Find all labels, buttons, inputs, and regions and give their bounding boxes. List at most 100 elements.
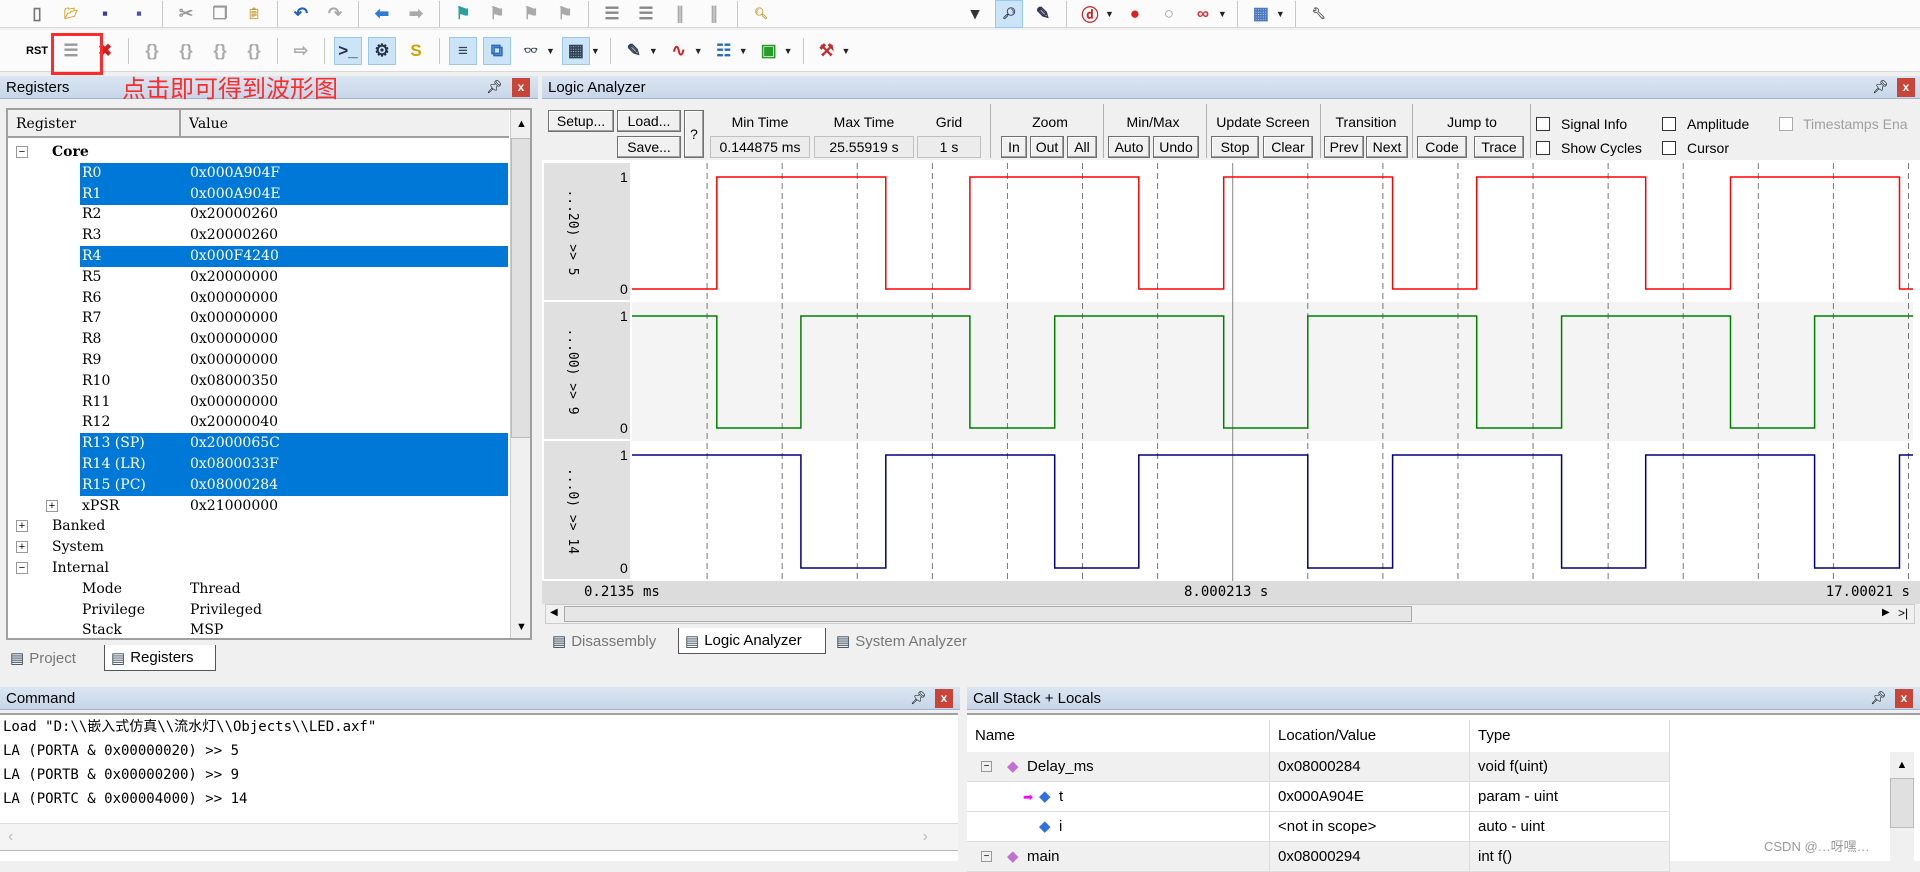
register-value[interactable]: 0x000A904E — [190, 184, 281, 205]
navigate-back-button[interactable]: ⬅ — [368, 0, 396, 28]
register-value[interactable]: 0x08000350 — [190, 371, 278, 392]
collapse-icon[interactable]: − — [16, 146, 28, 158]
tab-disassembly[interactable]: ▤ Disassembly — [546, 628, 674, 654]
tab-logic-analyzer[interactable]: ▤ Logic Analyzer — [678, 628, 826, 654]
expand-icon[interactable]: + — [46, 499, 58, 512]
register-row[interactable]: R6 0x00000000 — [8, 288, 508, 309]
toolbox-button[interactable]: ⚒ — [813, 37, 841, 65]
undo-button[interactable]: ↶ — [287, 0, 315, 28]
prev-button[interactable]: Prev — [1324, 136, 1364, 158]
column-header-name[interactable]: Name — [967, 720, 1270, 752]
register-value[interactable]: 0x2000065C — [190, 433, 280, 454]
incremental-find-button[interactable]: ✎ — [1029, 0, 1057, 28]
chevron-down-icon[interactable]: ▼ — [649, 46, 658, 56]
register-row[interactable]: R13 (SP) 0x2000065C — [8, 433, 508, 455]
zoom-all-button[interactable]: All — [1067, 136, 1097, 158]
register-row[interactable]: Stack MSP — [8, 620, 508, 638]
pin-icon[interactable]: 📌︎ — [910, 690, 927, 706]
debug-start-button[interactable]: ⓓ — [1076, 0, 1104, 28]
auto-button[interactable]: Auto — [1108, 136, 1150, 158]
chevron-down-icon[interactable]: ▼ — [1276, 9, 1285, 19]
configure-button[interactable]: 🔧︎ — [1305, 0, 1333, 28]
scroll-thumb[interactable] — [511, 138, 530, 438]
scroll-down-icon[interactable]: ▼ — [511, 614, 530, 638]
command-output[interactable]: Load "D:\\嵌入式仿真\\流水灯\\Objects\\LED.axf" L… — [0, 713, 958, 823]
paste-button[interactable]: 📋︎ — [240, 0, 268, 28]
new-file-button[interactable]: ▯ — [23, 0, 51, 28]
bookmark-insert-button[interactable]: ⚑ — [449, 0, 477, 28]
step-into-button[interactable]: {} — [138, 37, 166, 65]
run-to-cursor-button[interactable]: {} — [240, 37, 268, 65]
register-row[interactable]: + System — [8, 537, 508, 558]
cursor-checkbox[interactable] — [1662, 141, 1676, 155]
reset-cpu-button[interactable]: RST — [23, 37, 51, 65]
register-row[interactable]: − Core — [8, 142, 508, 163]
expand-icon[interactable]: + — [16, 541, 28, 554]
register-value[interactable]: 0x00000000 — [190, 329, 278, 350]
column-header-value[interactable]: Value — [181, 110, 509, 138]
register-row[interactable]: + Banked — [8, 516, 508, 537]
pin-icon[interactable]: 📌︎ — [486, 79, 503, 95]
close-icon[interactable]: x — [1895, 689, 1913, 708]
navigate-forward-button[interactable]: ➡ — [402, 0, 430, 28]
amplitude-checkbox[interactable] — [1662, 117, 1676, 131]
scroll-left-icon[interactable]: ◀ — [550, 607, 558, 618]
expand-icon[interactable]: + — [16, 520, 28, 533]
find-in-files-button[interactable]: 🔍︎ — [747, 0, 775, 28]
tab-project[interactable]: ▤ Project — [4, 645, 100, 671]
register-value[interactable]: 0x20000000 — [190, 267, 278, 288]
copy-button[interactable]: ❐ — [206, 0, 234, 28]
signal-info-checkbox[interactable] — [1536, 117, 1550, 131]
chevron-down-icon[interactable]: ▼ — [1218, 9, 1227, 19]
chevron-down-icon[interactable]: ▼ — [694, 46, 703, 56]
chevron-down-icon[interactable]: ▼ — [784, 46, 793, 56]
chevron-down-icon[interactable]: ▼ — [739, 46, 748, 56]
cut-button[interactable]: ✂ — [172, 0, 200, 28]
serial-window-button[interactable]: ✎ — [620, 37, 648, 65]
save-button[interactable]: ▪ — [91, 0, 119, 28]
trace-window-button[interactable]: ☷ — [710, 37, 738, 65]
register-value[interactable]: 0x0800033F — [190, 454, 279, 475]
callstack-row[interactable]: − ◆ Delay_ms 0x08000284 void f(uint) — [967, 752, 1670, 782]
show-next-statement-button[interactable]: ⇨ — [287, 37, 315, 65]
zoom-in-button[interactable]: In — [1001, 136, 1027, 158]
register-value[interactable]: 0x20000260 — [190, 204, 278, 225]
register-row[interactable]: R4 0x000F4240 — [8, 246, 508, 267]
scroll-thumb[interactable] — [1890, 778, 1914, 828]
tab-registers[interactable]: ▤ Registers — [104, 645, 216, 671]
register-value[interactable]: Thread — [190, 579, 241, 600]
register-value[interactable]: 0x20000040 — [190, 412, 278, 433]
register-value[interactable]: Privileged — [190, 600, 262, 621]
registers-window-button[interactable]: ≡ — [449, 36, 477, 65]
column-header-register[interactable]: Register — [8, 110, 181, 138]
scroll-up-icon[interactable]: ▲ — [511, 110, 530, 138]
setup-button[interactable]: Setup... — [548, 110, 614, 132]
next-button[interactable]: Next — [1366, 136, 1408, 158]
vertical-scrollbar[interactable]: ▲ ▼ — [510, 110, 530, 638]
chevron-down-icon[interactable]: ▼ — [546, 46, 555, 56]
window-layout-button[interactable]: ▦ — [1247, 0, 1275, 28]
step-out-button[interactable]: {} — [206, 37, 234, 65]
register-row[interactable]: R12 0x20000040 — [8, 412, 508, 433]
breakpoint-insert-button[interactable]: ● — [1121, 0, 1149, 28]
callstack-row[interactable]: ◆ i <not in scope> auto - uint — [967, 812, 1670, 842]
scroll-end-icon[interactable]: >| — [1898, 606, 1908, 620]
register-row[interactable]: R15 (PC) 0x08000284 — [8, 474, 508, 496]
column-header-type[interactable]: Type — [1470, 720, 1670, 752]
watch-window-button[interactable]: 👓︎ — [517, 37, 545, 65]
register-row[interactable]: R10 0x08000350 — [8, 371, 508, 392]
pin-icon[interactable]: 📌︎ — [1870, 690, 1887, 706]
collapse-icon[interactable]: − — [16, 562, 28, 574]
callstack-row[interactable]: ➡ ◆ t 0x000A904E param - uint — [967, 782, 1670, 812]
collapse-icon[interactable]: − — [981, 851, 992, 862]
register-value[interactable]: 0x00000000 — [190, 288, 278, 309]
bookmark-next-button[interactable]: ⚑ — [517, 0, 545, 28]
unindent-button[interactable]: ☰ — [632, 0, 660, 28]
comment-button[interactable]: ∥ — [666, 0, 694, 28]
breakpoint-disable-button[interactable]: ○ — [1155, 0, 1183, 28]
command-scrollbar-h[interactable]: ‹ › — [0, 823, 958, 849]
register-row[interactable]: R3 0x20000260 — [8, 225, 508, 246]
register-row[interactable]: R0 0x000A904F — [8, 162, 508, 184]
memory-window-button[interactable]: ▦ — [561, 36, 590, 65]
code-button[interactable]: Code — [1417, 136, 1467, 158]
